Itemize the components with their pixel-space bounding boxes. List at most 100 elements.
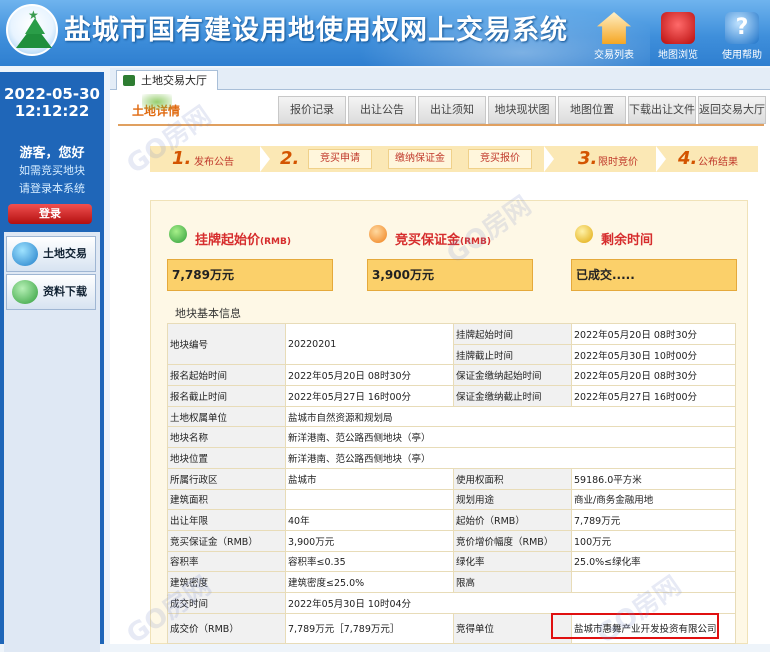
table-key: 土地权属单位 bbox=[167, 405, 286, 428]
deposit-unit: (RMB) bbox=[460, 237, 491, 247]
help-button[interactable]: ? 使用帮助 bbox=[712, 12, 770, 61]
table-key: 地块名称 bbox=[167, 426, 286, 449]
table-row: 出让年限 40年 起始价（RMB） 7,789万元 bbox=[167, 509, 736, 531]
download-icon bbox=[12, 280, 38, 304]
table-key: 保证金缴纳截止时间 bbox=[453, 385, 572, 407]
table-key: 挂牌截止时间 bbox=[453, 343, 572, 366]
table-key: 挂牌起始时间 bbox=[453, 323, 572, 345]
login-button[interactable]: 登录 bbox=[8, 204, 92, 224]
table-row: 成交时间 2022年05月30日 10时04分 bbox=[167, 591, 736, 614]
table-value: 新洋港南、范公路西侧地块（亭） bbox=[285, 426, 736, 449]
start-price-title: 挂牌起始价(RMB) bbox=[195, 229, 291, 248]
table-row: 地块编号 20220201 挂牌起始时间 2022年05月20日 08时30分 bbox=[167, 322, 736, 366]
table-value: 20220201 bbox=[285, 322, 454, 366]
nav-transfer-notice[interactable]: 出让公告 bbox=[348, 96, 416, 124]
nav-download-files[interactable]: 下载出让文件 bbox=[628, 96, 696, 124]
start-price-title-text: 挂牌起始价 bbox=[195, 233, 261, 248]
app-header: ★ 盐城市国有建设用地使用权网上交易系统 交易列表 地图浏览 ? 使用帮助 bbox=[0, 0, 770, 66]
logo-star-icon: ★ bbox=[28, 8, 39, 22]
table-key: 规划用途 bbox=[453, 488, 572, 511]
deposit-title-text: 竞买保证金 bbox=[395, 233, 461, 248]
table-value: 40年 bbox=[285, 509, 454, 531]
process-steps: 1. 发布公告 2. 竞买申请 缴纳保证金 竞买报价 3. 限时竞价 4. 公布… bbox=[150, 146, 758, 172]
clock-time: 12:12:22 bbox=[14, 102, 90, 120]
table-key: 建筑面积 bbox=[167, 488, 286, 511]
table-row: 建筑密度 建筑密度≤25.0% 限高 bbox=[167, 571, 736, 593]
subnav-divider bbox=[118, 124, 764, 126]
nav-bid-records[interactable]: 报价记录 bbox=[278, 96, 346, 124]
table-key: 报名起始时间 bbox=[167, 364, 286, 387]
table-key: 成交价（RMB） bbox=[167, 612, 286, 644]
deposit-icon bbox=[369, 225, 387, 243]
clock: 2022-05-30 12:12:22 bbox=[4, 86, 100, 120]
table-key: 建筑密度 bbox=[167, 571, 286, 593]
side-menu: 土地交易 资料下载 bbox=[4, 232, 100, 652]
map-browse-button[interactable]: 地图浏览 bbox=[648, 12, 708, 61]
trade-list-button[interactable]: 交易列表 bbox=[584, 12, 644, 61]
table-row: 建筑面积 规划用途 商业/商务金融用地 bbox=[167, 488, 736, 511]
tab-land-trade-hall[interactable]: 土地交易大厅 bbox=[116, 70, 218, 90]
table-key: 竞买保证金（RMB） bbox=[167, 529, 286, 552]
table-value: 2022年05月20日 08时30分 bbox=[285, 364, 454, 387]
table-value: 2022年05月27日 16时00分 bbox=[285, 385, 454, 407]
deposit-title: 竞买保证金(RMB) bbox=[395, 229, 491, 248]
sidebar-item-label: 土地交易 bbox=[43, 247, 87, 260]
page-title: 土地详情 bbox=[132, 94, 180, 119]
table-value: 2022年05月27日 16时00分 bbox=[571, 385, 736, 407]
table-key: 地块编号 bbox=[167, 322, 286, 366]
tab-bar: 土地交易大厅 bbox=[110, 68, 770, 90]
trade-list-label: 交易列表 bbox=[594, 50, 634, 61]
deposit-value: 3,900万元 bbox=[367, 259, 533, 291]
login-hint-link[interactable]: 请登录本系统 bbox=[4, 180, 100, 196]
step-arrow bbox=[260, 146, 270, 172]
table-value: 3,900万元 bbox=[285, 529, 454, 552]
table-row: 容积率 容积率≤0.35 绿化率 25.0%≤绿化率 bbox=[167, 550, 736, 573]
table-value: 建筑密度≤25.0% bbox=[285, 571, 454, 593]
table-key: 成交时间 bbox=[167, 591, 286, 614]
table-key: 使用权面积 bbox=[453, 467, 572, 490]
table-value: 容积率≤0.35 bbox=[285, 550, 454, 573]
table-value bbox=[285, 488, 454, 511]
house-icon bbox=[597, 12, 631, 44]
sidebar-item-land-trade[interactable]: 土地交易 bbox=[6, 236, 96, 272]
step-arrow bbox=[544, 146, 554, 172]
clock-icon bbox=[575, 225, 593, 243]
step-4-label: 公布结果 bbox=[698, 157, 738, 168]
logo: ★ bbox=[6, 4, 58, 56]
step-1-number: 1. bbox=[172, 148, 192, 169]
table-row: 所属行政区 盐城市 使用权面积 59186.0平方米 bbox=[167, 467, 736, 490]
nav-plot-status-map[interactable]: 地块现状图 bbox=[488, 96, 556, 124]
table-key: 出让年限 bbox=[167, 509, 286, 531]
tab-icon bbox=[123, 75, 135, 86]
map-browse-label: 地图浏览 bbox=[658, 50, 698, 61]
step-3-label: 限时竞价 bbox=[598, 157, 638, 168]
table-row: 地块位置 新洋港南、范公路西侧地块（亭） bbox=[167, 447, 736, 469]
tab-label: 土地交易大厅 bbox=[141, 74, 207, 87]
table-value: 59186.0平方米 bbox=[571, 467, 736, 490]
nav-back-to-hall[interactable]: 返回交易大厅 bbox=[698, 96, 766, 124]
table-value: 2022年05月30日 10时04分 bbox=[285, 591, 736, 614]
table-value: 2022年05月20日 08时30分 bbox=[571, 364, 736, 387]
remaining-time-value: 已成交..... bbox=[571, 259, 737, 291]
left-sidebar: 2022-05-30 12:12:22 游客，您好 如需竞买地块 请登录本系统 … bbox=[0, 72, 104, 652]
table-value: 2022年05月30日 10时00分 bbox=[571, 343, 736, 366]
remaining-time-title: 剩余时间 bbox=[601, 233, 654, 248]
globe-icon bbox=[12, 242, 38, 266]
nav-map-location[interactable]: 地图位置 bbox=[558, 96, 626, 124]
table-value: 商业/商务金融用地 bbox=[571, 488, 736, 511]
start-price-unit: (RMB) bbox=[260, 237, 291, 247]
bid-hint-link[interactable]: 如需竞买地块 bbox=[4, 162, 100, 178]
sidebar-item-label: 资料下载 bbox=[43, 285, 87, 298]
step-bid-quote: 竞买报价 bbox=[468, 149, 532, 169]
table-value: 盐城市 bbox=[285, 467, 454, 490]
table-value: 2022年05月20日 08时30分 bbox=[571, 323, 736, 345]
table-key: 绿化率 bbox=[453, 550, 572, 573]
nav-transfer-rules[interactable]: 出让须知 bbox=[418, 96, 486, 124]
step-3-number: 3. bbox=[578, 148, 598, 169]
system-title: 盐城市国有建设用地使用权网上交易系统 bbox=[64, 15, 568, 46]
table-key: 保证金缴纳起始时间 bbox=[453, 364, 572, 387]
table-key: 限高 bbox=[453, 571, 572, 593]
table-key: 竞价增价幅度（RMB） bbox=[453, 529, 572, 552]
sidebar-item-download[interactable]: 资料下载 bbox=[6, 274, 96, 310]
price-icon bbox=[169, 225, 187, 243]
